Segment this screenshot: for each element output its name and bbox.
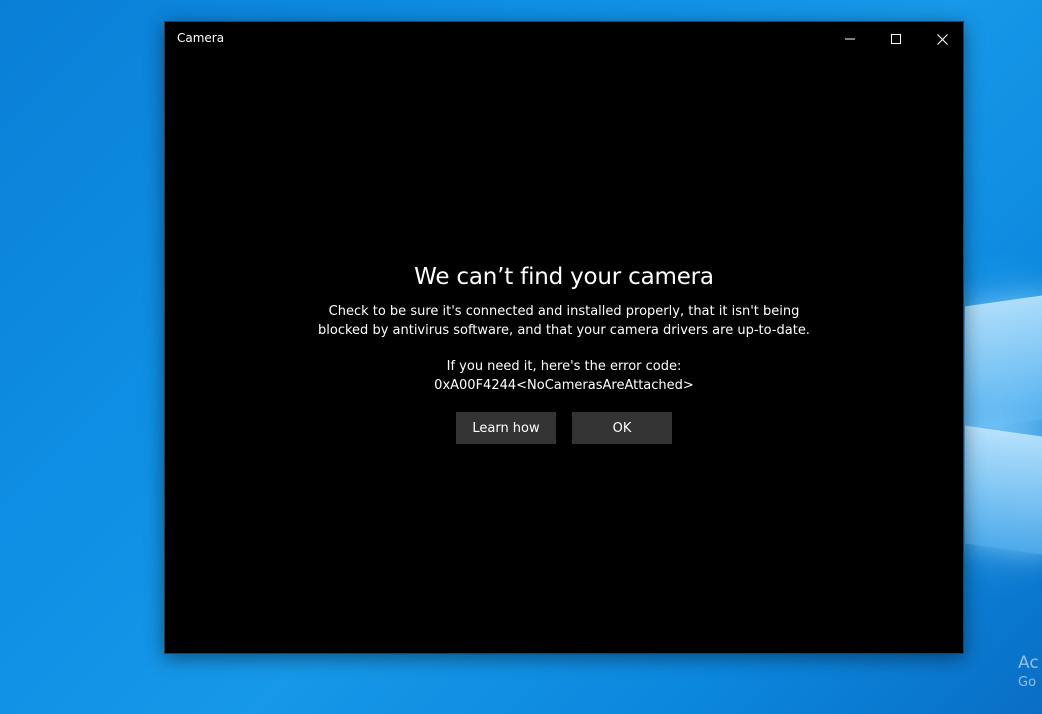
windows-logo-pane-bottom — [965, 425, 1042, 557]
close-icon — [936, 33, 948, 45]
error-description: Check to be sure it's connected and inst… — [318, 304, 810, 338]
activation-watermark-subtitle: Go — [1018, 675, 1037, 690]
learn-how-button[interactable]: Learn how — [456, 412, 556, 444]
ok-button[interactable]: OK — [572, 412, 672, 444]
window-title: Camera — [177, 31, 225, 45]
activation-watermark-title: Ac — [1018, 653, 1039, 673]
error-code-label: If you need it, here's the error code: — [446, 359, 682, 374]
maximize-button[interactable] — [873, 22, 919, 56]
camera-window: Camera We can’t find your camera Check t… — [164, 21, 964, 654]
error-dialog: We can’t find your camera Check to be su… — [165, 262, 963, 444]
error-code-value: 0xA00F4244<NoCamerasAreAttached> — [434, 378, 694, 393]
maximize-icon — [891, 34, 901, 44]
activation-watermark: Ac Go — [1018, 652, 1039, 692]
minimize-button[interactable] — [827, 22, 873, 56]
dialog-buttons: Learn how OK — [165, 412, 963, 444]
error-heading: We can’t find your camera — [414, 264, 714, 290]
close-button[interactable] — [919, 22, 965, 56]
minimize-icon — [845, 38, 855, 40]
windows-logo-pane-top — [965, 293, 1042, 431]
title-bar[interactable]: Camera — [165, 22, 963, 56]
